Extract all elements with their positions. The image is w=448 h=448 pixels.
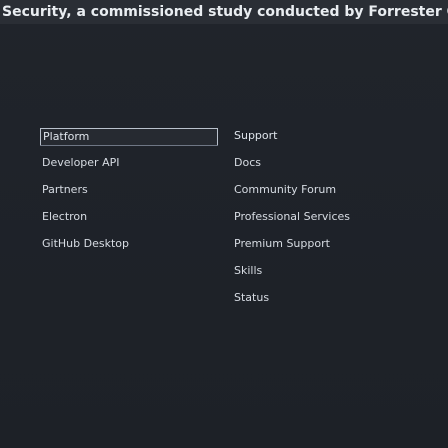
platform-link-github-desktop[interactable]: GitHub Desktop (40, 237, 218, 264)
support-link-skills[interactable]: Skills (226, 264, 448, 291)
support-link-professional-services[interactable]: Professional Services (226, 210, 448, 237)
platform-heading[interactable]: Platform (40, 128, 218, 146)
support-heading: Support (234, 129, 278, 142)
platform-menu: Developer API Partners Electron GitHub D… (40, 156, 218, 264)
support-link-premium-support[interactable]: Premium Support (226, 237, 448, 264)
platform-column: Platform Developer API Partners Electron… (40, 128, 218, 264)
support-link-community-forum[interactable]: Community Forum (226, 183, 448, 210)
platform-link-electron[interactable]: Electron (40, 210, 218, 237)
headline-banner: Security, a commissioned study conducted… (0, 0, 448, 24)
support-menu: Docs Community Forum Professional Servic… (226, 156, 448, 318)
page: Security, a commissioned study conducted… (0, 0, 448, 448)
column-divider (40, 145, 218, 146)
support-column: Support Docs Community Forum Professiona… (226, 128, 448, 318)
platform-link-developer-api[interactable]: Developer API (40, 156, 218, 183)
support-link-docs[interactable]: Docs (226, 156, 448, 183)
support-link-status[interactable]: Status (226, 291, 448, 318)
platform-link-partners[interactable]: Partners (40, 183, 218, 210)
